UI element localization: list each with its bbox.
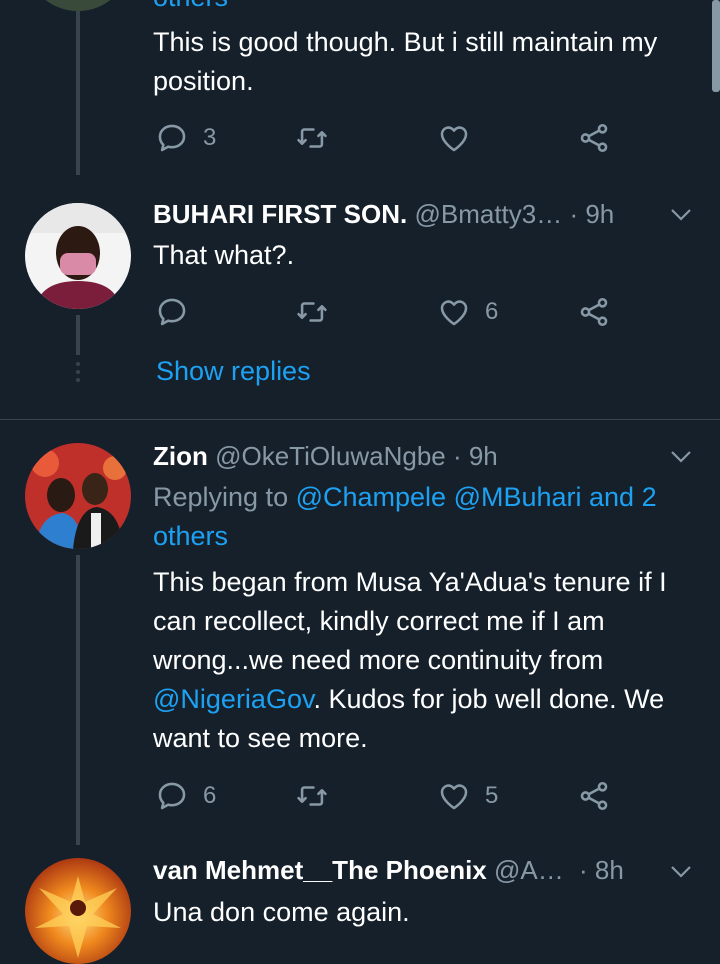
thread-line [76, 0, 80, 175]
tweet-header: Zion @OkeTiOluwaNgbe · 9h [153, 441, 700, 472]
tweet-header: BUHARI FIRST SON. @Bmatty3… · 9h [153, 199, 700, 230]
tweet-text: This is good though. But i still maintai… [153, 27, 658, 96]
chevron-down-icon[interactable] [670, 450, 692, 464]
like-button[interactable] [437, 118, 471, 158]
like-button[interactable]: 6 [437, 292, 498, 332]
mention-link[interactable]: @NigeriaGov [153, 684, 313, 714]
tweet-time: · 9h [452, 441, 498, 471]
retweet-button[interactable] [295, 776, 329, 816]
user-handle[interactable]: @A… [494, 855, 564, 885]
like-icon [440, 784, 468, 810]
share-button[interactable] [577, 292, 611, 332]
avatar[interactable] [25, 443, 131, 549]
avatar[interactable] [25, 858, 131, 964]
thread-line [76, 315, 80, 355]
reply-button[interactable] [155, 292, 189, 332]
thread-line [76, 555, 80, 845]
reply-button[interactable]: 3 [155, 118, 216, 158]
divider [0, 419, 720, 420]
share-icon [580, 297, 608, 327]
reply-icon [158, 124, 186, 152]
show-replies-link[interactable]: Show replies [156, 356, 311, 387]
replying-to: Replying to @Champele @MBuhari and 2 oth… [153, 478, 703, 556]
like-icon [440, 126, 468, 152]
tweet-actions: 6 5 [155, 776, 615, 816]
like-count: 5 [485, 782, 499, 809]
tweet-time: · 8h [578, 855, 624, 885]
avatar[interactable] [25, 0, 131, 11]
replying-to-label: Replying to [153, 482, 296, 512]
tweet-header: van Mehmet__The Phoenix @A… · 8h [153, 855, 700, 886]
replying-to-partial[interactable]: others [153, 0, 228, 13]
share-icon [580, 781, 608, 811]
reply-button[interactable]: 6 [155, 776, 216, 816]
retweet-icon [297, 786, 327, 806]
like-count: 6 [485, 298, 499, 325]
tweet-actions: 3 [155, 118, 615, 158]
tweet-text: Una don come again. [153, 897, 410, 927]
chevron-down-icon[interactable] [670, 208, 692, 222]
share-button[interactable] [577, 118, 611, 158]
tweet-actions: 6 [155, 292, 615, 332]
reply-icon [158, 782, 186, 810]
retweet-button[interactable] [295, 118, 329, 158]
user-handle[interactable]: @OkeTiOluwaNgbe [215, 441, 446, 471]
user-handle[interactable]: @Bmatty3… [414, 199, 562, 229]
user-name[interactable]: van Mehmet__The Phoenix [153, 855, 487, 885]
reply-count: 3 [203, 124, 217, 151]
retweet-button[interactable] [295, 292, 329, 332]
like-button[interactable]: 5 [437, 776, 498, 816]
thread-dots [76, 362, 80, 386]
tweet-text: That what?. [153, 240, 295, 270]
retweet-icon [297, 302, 327, 322]
tweet-time: · 9h [569, 199, 615, 229]
reply-icon [158, 298, 186, 326]
tweet-text: This began from Musa Ya'Adua's tenure if… [153, 563, 703, 758]
reply-count: 6 [203, 782, 217, 809]
scrollbar-thumb[interactable] [712, 0, 720, 92]
share-icon [580, 123, 608, 153]
retweet-icon [297, 128, 327, 148]
user-name[interactable]: Zion [153, 441, 208, 471]
like-icon [440, 300, 468, 326]
share-button[interactable] [577, 776, 611, 816]
avatar[interactable] [25, 203, 131, 309]
tweet-text-part: This began from Musa Ya'Adua's tenure if… [153, 567, 667, 675]
user-name[interactable]: BUHARI FIRST SON. [153, 199, 407, 229]
chevron-down-icon[interactable] [670, 865, 692, 879]
